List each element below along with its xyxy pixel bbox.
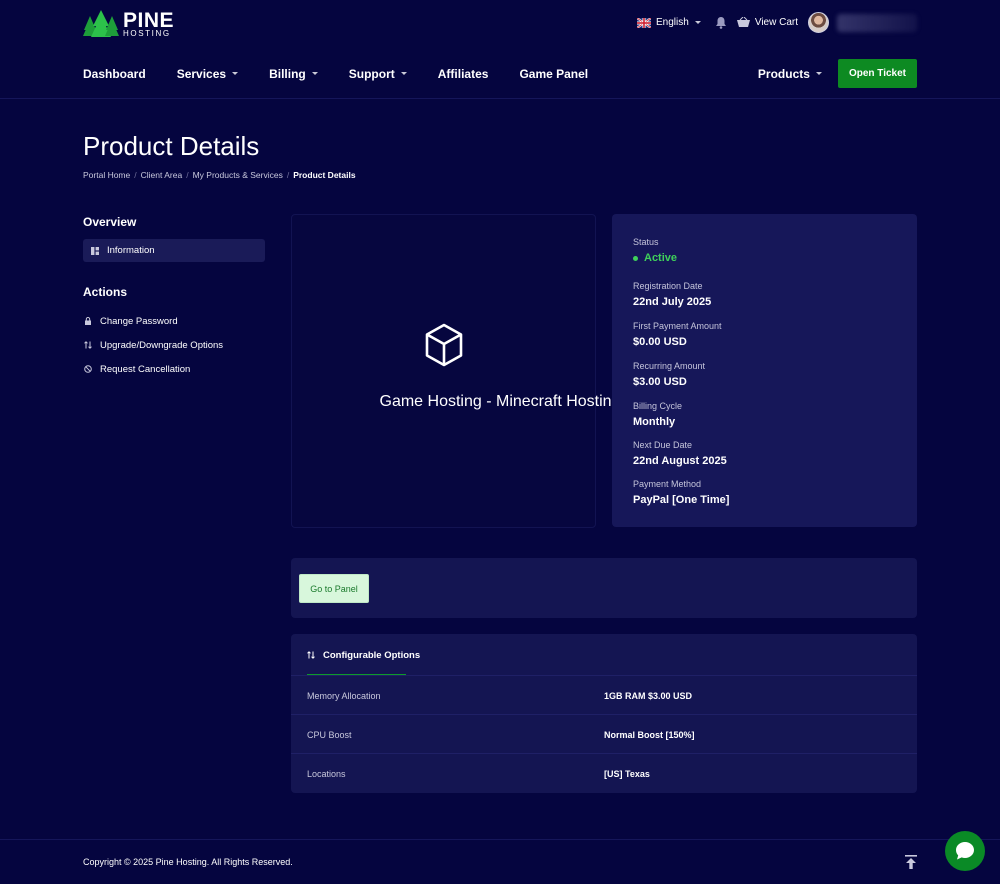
chevron-down-icon [694,21,701,24]
sidebar-item-request-cancellation[interactable]: Request Cancellation [83,357,265,381]
status-dot-icon [633,255,638,261]
nav-affiliates[interactable]: Affiliates [438,67,489,81]
panel-actions-card: Go to Panel [291,558,917,618]
brand-subtitle: HOSTING [123,29,171,38]
field-label: First Payment Amount [633,321,722,331]
breadcrumb-my-products[interactable]: My Products & Services [193,170,283,180]
option-label: Locations [307,768,346,779]
ban-icon [84,365,92,373]
registration-date-field: Registration Date 22nd July 2025 [633,281,711,308]
field-label: Recurring Amount [633,361,706,371]
sort-arrows-icon [307,651,315,659]
open-ticket-button[interactable]: Open Ticket [837,59,917,88]
field-value: 22nd August 2025 [633,455,727,467]
lock-icon [85,317,91,325]
pine-trees-icon [83,10,119,37]
field-value: Monthly [633,416,676,428]
field-label: Registration Date [633,281,703,291]
recurring-amount-field: Recurring Amount $3.00 USD [633,361,705,388]
notifications-bell-icon[interactable] [715,16,727,29]
sidebar-item-label: Information [107,245,155,256]
breadcrumb-client-area[interactable]: Client Area [141,170,183,180]
field-label: Payment Method [633,479,702,489]
sidebar: Overview Information Actions Change Pass… [83,215,265,381]
field-label: Billing Cycle [633,401,683,411]
page-title: Product Details [83,131,260,161]
product-card [291,214,596,528]
tab-configurable-options[interactable]: Configurable Options [307,634,420,676]
status-badge: Active [633,252,677,264]
next-due-date-field: Next Due Date 22nd August 2025 [633,440,727,467]
main-nav: Dashboard Services Billing Support Affil… [83,59,917,88]
chevron-down-icon [815,72,822,75]
sidebar-item-label: Request Cancellation [100,363,191,375]
sidebar-item-change-password[interactable]: Change Password [83,309,265,333]
view-cart-label: View Cart [754,17,798,28]
chevron-down-icon [311,72,318,75]
nav-divider [0,98,1000,99]
chevron-down-icon [400,72,407,75]
brand-name: PINE [123,9,175,32]
sidebar-actions-heading: Actions [83,285,128,299]
option-value: Normal Boost [150%] [604,729,695,740]
top-bar: PINE HOSTING English View Cart [83,10,917,40]
dashboard-grid-icon [91,246,99,255]
brand-logo[interactable]: PINE HOSTING [83,10,174,38]
nav-support[interactable]: Support [349,67,407,81]
breadcrumb: Portal Home / Client Area / My Products … [83,170,917,180]
option-value: 1GB RAM $3.00 USD [604,690,693,701]
breadcrumb-separator: / [134,170,137,180]
table-row: Memory Allocation 1GB RAM $3.00 USD [291,675,917,715]
user-menu-redacted[interactable] [837,13,917,32]
sidebar-item-label: Upgrade/Downgrade Options [100,339,224,351]
field-value: $0.00 USD [633,336,687,348]
breadcrumb-separator: / [186,170,189,180]
footer-copyright: Copyright © 2025 Pine Hosting. All Right… [83,857,293,867]
go-to-panel-button[interactable]: Go to Panel [299,574,369,603]
field-value: $3.00 USD [633,376,687,388]
uk-flag-icon [637,17,652,28]
status-field: Status Active [633,237,677,264]
back-to-top-icon[interactable] [905,855,917,869]
status-label: Status [633,237,659,247]
breadcrumb-portal-home[interactable]: Portal Home [83,170,130,180]
cube-icon [425,323,462,367]
sidebar-overview-heading: Overview [83,215,137,229]
product-info-card: Status Active Registration Date 22nd Jul… [612,214,917,527]
field-value: 22nd July 2025 [633,296,712,308]
option-label: CPU Boost [307,729,352,740]
field-label: Next Due Date [633,440,693,450]
first-payment-field: First Payment Amount $0.00 USD [633,321,722,348]
chat-bubble-icon [956,842,974,860]
sidebar-item-label: Change Password [100,315,178,327]
tab-label: Configurable Options [323,649,421,661]
nav-dashboard[interactable]: Dashboard [83,67,146,81]
sort-arrows-icon [84,341,92,349]
table-row: CPU Boost Normal Boost [150%] [291,714,917,754]
option-value: [US] Texas [604,768,650,779]
nav-services[interactable]: Services [177,67,239,81]
billing-cycle-field: Billing Cycle Monthly [633,401,682,428]
sidebar-item-upgrade-downgrade[interactable]: Upgrade/Downgrade Options [83,333,265,357]
chevron-down-icon [232,72,239,75]
table-row: Locations [US] Texas [291,753,917,793]
language-label: English [656,17,689,28]
sidebar-item-information[interactable]: Information [83,239,265,262]
language-selector[interactable]: English [637,17,701,28]
footer-divider [0,839,1000,840]
nav-products[interactable]: Products [758,67,822,81]
breadcrumb-current: Product Details [293,170,356,180]
live-chat-button[interactable] [945,831,985,871]
option-label: Memory Allocation [307,690,381,701]
nav-billing[interactable]: Billing [269,67,318,81]
status-value: Active [644,252,678,264]
nav-game-panel[interactable]: Game Panel [519,67,588,81]
user-avatar[interactable] [808,12,829,33]
breadcrumb-separator: / [286,170,290,180]
field-value: PayPal [One Time] [633,494,730,506]
configurable-options-card: Configurable Options Memory Allocation 1… [291,634,917,793]
payment-method-field: Payment Method PayPal [One Time] [633,479,729,506]
cart-basket-icon [736,17,750,27]
view-cart-link[interactable]: View Cart [736,17,798,28]
